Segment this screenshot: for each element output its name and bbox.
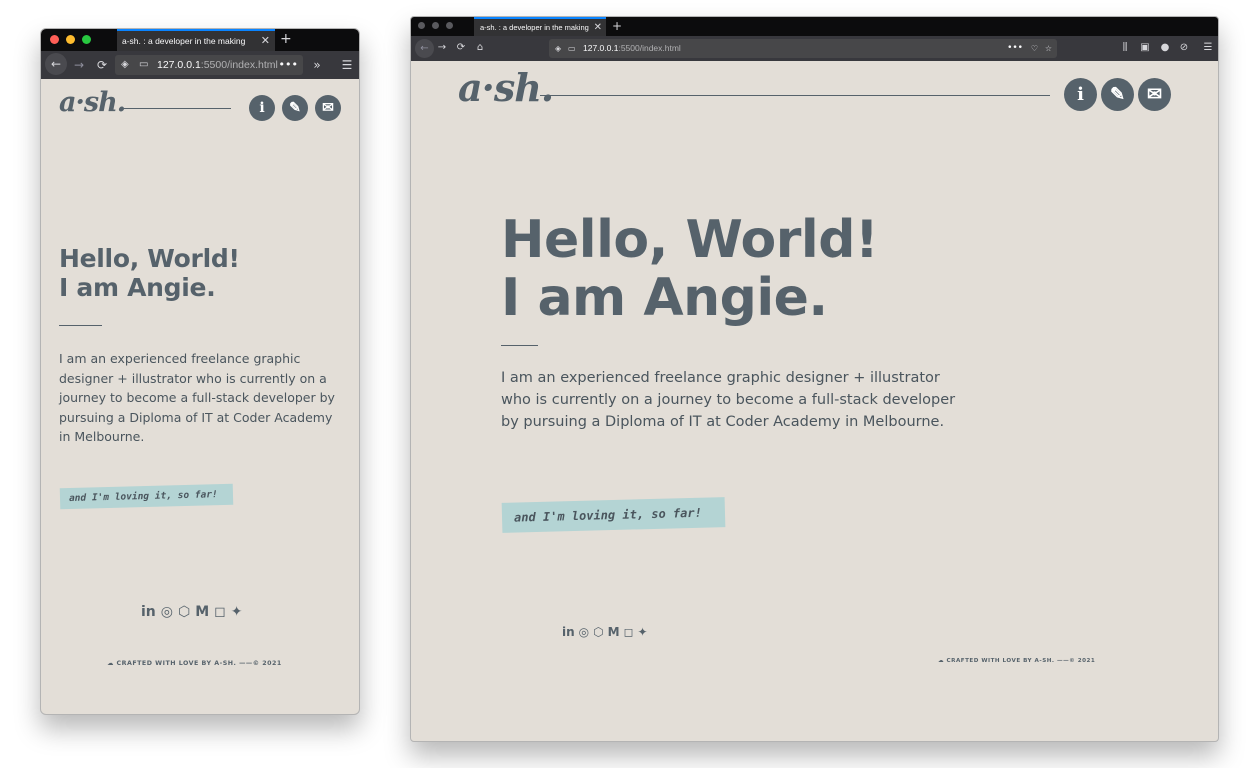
tab-title: a-sh. : a developer in the making — [480, 23, 589, 32]
url-path: :5500/index.html — [200, 59, 278, 71]
info-button[interactable]: i — [249, 95, 275, 121]
new-tab-button[interactable]: + — [612, 17, 622, 35]
close-tab-icon[interactable]: ✕ — [594, 19, 602, 36]
instagram-icon[interactable]: ◻ — [214, 604, 226, 620]
info-button[interactable]: i — [1064, 78, 1097, 111]
address-bar[interactable]: ◈ ▭ 127.0.0.1:5500/index.html ••• ♡ ☆ — [549, 39, 1057, 58]
site-logo[interactable]: a·sh. — [458, 65, 554, 110]
hero-heading-line2: I am Angie. — [59, 273, 216, 302]
active-tab[interactable]: a-sh. : a developer in the making ✕ — [474, 17, 606, 36]
account-icon[interactable]: ● — [1158, 40, 1172, 56]
library-icon[interactable]: ⫼ — [1118, 40, 1132, 56]
twitter-icon[interactable]: ✦ — [638, 625, 648, 639]
window-controls — [50, 35, 91, 44]
reload-button[interactable]: ⟳ — [94, 56, 110, 74]
reload-button[interactable]: ⟳ — [454, 40, 468, 56]
intro-paragraph: I am an experienced freelance graphic de… — [59, 351, 335, 445]
github-icon[interactable]: ◎ — [579, 625, 589, 639]
close-window-button[interactable] — [418, 22, 425, 29]
pencil-icon: ✎ — [1109, 84, 1126, 105]
extension-icon[interactable]: ⊘ — [1177, 40, 1191, 56]
instagram-icon[interactable]: ◻ — [624, 625, 634, 639]
desktop-browser-window: a-sh. : a developer in the making ✕ + ← … — [410, 16, 1219, 742]
footer-credit: ☁ CRAFTED WITH LOVE BY A-SH. ——© 2021 — [938, 658, 1096, 664]
tab-title: a-sh. : a developer in the making — [122, 36, 246, 46]
site-logo[interactable]: a·sh. — [59, 87, 126, 118]
url-host: 127.0.0.1 — [583, 43, 619, 53]
tab-strip: a-sh. : a developer in the making ✕ + — [41, 29, 359, 51]
window-controls — [418, 22, 453, 29]
sidebar-icon[interactable]: ▣ — [1138, 40, 1152, 56]
hero-heading-line1: Hello, World! — [59, 244, 240, 273]
menu-icon[interactable]: ☰ — [339, 56, 355, 74]
hero-heading-line2: I am Angie. — [501, 268, 828, 328]
codepen-icon[interactable]: ⬡ — [593, 625, 603, 639]
mail-icon: ✉ — [1146, 84, 1163, 105]
info-icon: i — [1077, 84, 1084, 105]
social-links: in ◎ ⬡ M ◻ ✦ — [141, 604, 243, 620]
close-window-button[interactable] — [50, 35, 59, 44]
page-content: a·sh. i ✎ ✉ Hello, World! I am Angie. I … — [41, 79, 359, 714]
medium-icon[interactable]: M — [608, 625, 620, 639]
pocket-icon[interactable]: ♡ — [1031, 39, 1038, 58]
forward-button[interactable]: → — [435, 40, 449, 56]
header-divider — [121, 108, 231, 109]
shield-icon: ◈ — [121, 59, 129, 70]
highlight-tag: and I'm loving it, so far! — [59, 483, 234, 510]
blog-button[interactable]: ✎ — [1101, 78, 1134, 111]
page-icon: ▭ — [139, 59, 149, 70]
url-path: :5500/index.html — [618, 43, 681, 53]
active-tab[interactable]: a-sh. : a developer in the making ✕ — [117, 29, 275, 51]
url-host: 127.0.0.1 — [157, 59, 201, 71]
highlight-tag: and I'm loving it, so far! — [501, 497, 726, 533]
minimize-window-button[interactable] — [432, 22, 439, 29]
page-actions-icon[interactable]: ••• — [1007, 39, 1023, 58]
linkedin-icon[interactable]: in — [562, 625, 575, 639]
forward-button[interactable]: → — [71, 56, 87, 74]
hero-heading: Hello, World! I am Angie. — [59, 244, 240, 302]
contact-button[interactable]: ✉ — [315, 95, 341, 121]
home-button[interactable]: ⌂ — [473, 40, 487, 56]
codepen-icon[interactable]: ⬡ — [178, 604, 190, 620]
contact-button[interactable]: ✉ — [1138, 78, 1171, 111]
twitter-icon[interactable]: ✦ — [231, 604, 243, 620]
hero-heading: Hello, World! I am Angie. — [501, 210, 879, 328]
overflow-icon[interactable]: » — [309, 56, 325, 74]
menu-icon[interactable]: ☰ — [1201, 40, 1215, 56]
zoom-window-button[interactable] — [446, 22, 453, 29]
bookmark-icon[interactable]: ☆ — [1045, 39, 1052, 58]
info-icon: i — [259, 100, 265, 116]
navigation-toolbar: ← → ⟳ ◈ ▭ 127.0.0.1:5500/index.html ••• … — [41, 51, 359, 79]
shield-icon: ◈ — [555, 44, 562, 53]
pencil-icon: ✎ — [289, 100, 301, 116]
footer-credit: ☁ CRAFTED WITH LOVE BY A-SH. ——© 2021 — [107, 660, 282, 667]
heading-divider — [59, 325, 102, 326]
tab-strip: a-sh. : a developer in the making ✕ + — [411, 17, 1218, 36]
navigation-toolbar: ← → ⟳ ⌂ ◈ ▭ 127.0.0.1:5500/index.html ••… — [411, 36, 1218, 61]
header-divider — [540, 95, 1050, 96]
linkedin-icon[interactable]: in — [141, 604, 156, 620]
minimize-window-button[interactable] — [66, 35, 75, 44]
hero-heading-line1: Hello, World! — [501, 210, 879, 270]
close-tab-icon[interactable]: ✕ — [261, 31, 270, 51]
page-actions-icon[interactable]: ••• — [279, 55, 298, 75]
zoom-window-button[interactable] — [82, 35, 91, 44]
blog-button[interactable]: ✎ — [282, 95, 308, 121]
page-icon: ▭ — [568, 44, 576, 53]
address-bar[interactable]: ◈ ▭ 127.0.0.1:5500/index.html ••• — [115, 55, 303, 75]
intro-paragraph: I am an experienced freelance graphic de… — [501, 370, 956, 430]
heading-divider — [501, 345, 538, 346]
new-tab-button[interactable]: + — [280, 29, 292, 49]
medium-icon[interactable]: M — [195, 604, 209, 620]
mobile-browser-window: a-sh. : a developer in the making ✕ + ← … — [40, 28, 360, 715]
page-content: a·sh. i ✎ ✉ Hello, World! I am Angie. I … — [411, 61, 1218, 741]
back-button[interactable]: ← — [45, 53, 67, 75]
back-button[interactable]: ← — [415, 39, 434, 58]
social-links: in ◎ ⬡ M ◻ ✦ — [562, 625, 648, 639]
github-icon[interactable]: ◎ — [161, 604, 173, 620]
mail-icon: ✉ — [322, 100, 334, 116]
